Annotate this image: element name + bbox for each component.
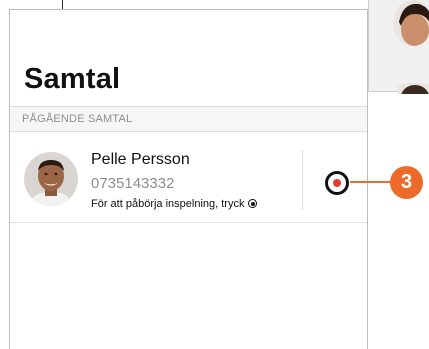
record-button[interactable] (325, 171, 349, 195)
section-header: PÅGÅENDE SAMTAL (10, 106, 367, 132)
avatar (24, 152, 78, 206)
caller-name: Pelle Persson (91, 151, 190, 168)
phone-screen: Samtal PÅGÅENDE SAMTAL Pelle Persson 073… (9, 9, 368, 349)
connector-line (62, 0, 63, 9)
page-title: Samtal (24, 63, 121, 95)
recording-hint-text: För att påbörja inspelning, tryck (91, 198, 245, 210)
callout-line (350, 181, 392, 183)
background-avatar-partial (398, 82, 429, 94)
row-divider (302, 150, 303, 210)
callout-badge: 3 (390, 166, 423, 199)
caller-number: 0735143332 (91, 175, 175, 192)
section-header-label: PÅGÅENDE SAMTAL (22, 113, 133, 125)
recording-hint: För att påbörja inspelning, tryck (91, 198, 258, 210)
record-hint-icon (248, 199, 258, 208)
active-call-row[interactable]: Pelle Persson 0735143332 För att påbörja… (10, 132, 367, 223)
background-avatar (393, 0, 429, 46)
